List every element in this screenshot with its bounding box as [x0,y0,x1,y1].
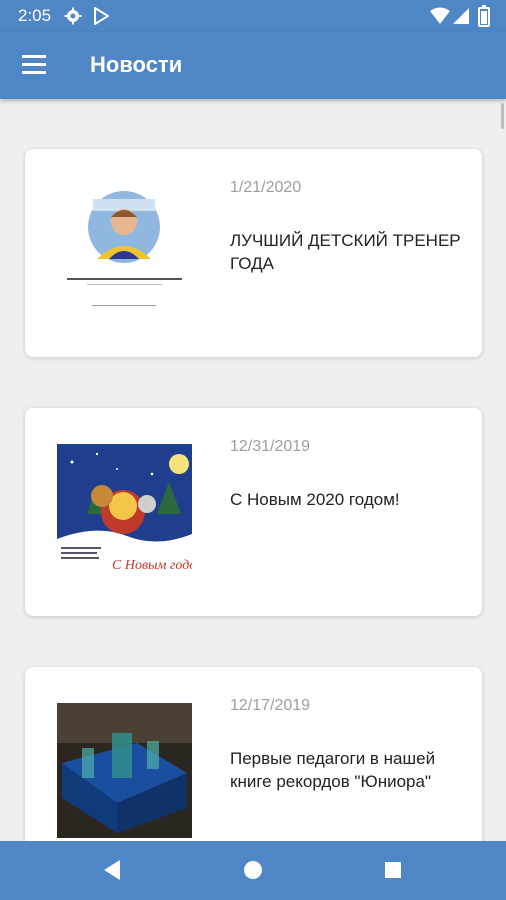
news-card[interactable]: 1/21/2020 ЛУЧШИЙ ДЕТСКИЙ ТРЕНЕР ГОДА [25,149,482,357]
news-date: 1/21/2020 [230,179,302,196]
battery-icon [478,5,490,32]
recents-square-icon[interactable] [384,861,402,884]
news-title: С Новым 2020 годом! [230,490,400,509]
news-thumbnail [57,703,192,838]
news-title: Первые педагоги в нашей книге рекордов "… [230,749,436,791]
news-card[interactable]: 12/17/2019 Первые педагоги в нашей книге… [25,667,482,841]
hamburger-menu-icon[interactable] [20,52,48,78]
news-list[interactable]: 1/21/2020 ЛУЧШИЙ ДЕТСКИЙ ТРЕНЕР ГОДА С Н… [0,99,506,841]
news-card[interactable]: С Новым годом 12/31/2019 С Новым 2020 го… [25,408,482,616]
news-thumbnail [57,185,192,320]
navigation-bar [0,841,506,900]
gear-icon [64,7,82,30]
news-title: ЛУЧШИЙ ДЕТСКИЙ ТРЕНЕР ГОДА [230,231,461,273]
signal-icon [452,7,470,30]
svg-text:С Новым годом: С Новым годом [112,558,192,573]
play-store-icon [93,6,110,30]
wifi-icon [430,7,450,30]
news-thumbnail: С Новым годом [57,444,192,579]
app-bar: Новости [0,32,506,99]
news-date: 12/31/2019 [230,438,311,455]
page-title: Новости [90,52,183,77]
back-triangle-icon[interactable] [102,859,122,886]
status-bar: 2:05 [0,0,506,32]
scrollbar[interactable] [501,103,504,129]
news-date: 12/17/2019 [230,697,311,714]
home-circle-icon[interactable] [243,860,263,885]
status-time: 2:05 [18,6,52,25]
